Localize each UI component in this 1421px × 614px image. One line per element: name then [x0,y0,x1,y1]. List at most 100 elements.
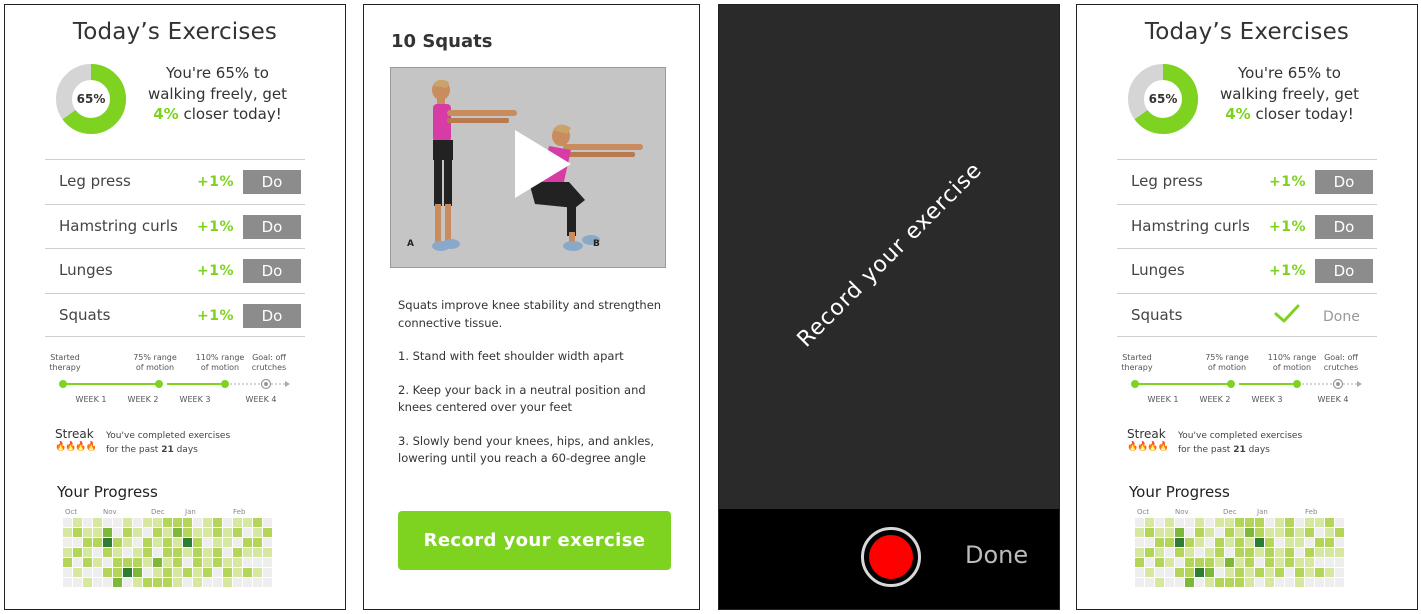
heatmap-cell [153,528,162,537]
heatmap-cell [203,518,212,527]
heatmap-cell [103,548,112,557]
exercise-row-lunges: Lunges +1% Do [45,248,305,293]
heatmap-cell [1195,538,1204,547]
heatmap-cell [1325,518,1334,527]
week-label: WEEK 2 [127,395,159,404]
heatmap-cell [253,528,262,537]
heatmap-cell [1325,528,1334,537]
heatmap-cell [223,578,232,587]
do-button-leg-press[interactable]: Do [243,170,301,194]
heatmap-cell [1255,518,1264,527]
done-button[interactable]: Done [965,541,1028,569]
exercise-row-squats: Squats +1% Do [45,292,305,337]
heatmap-cell [1285,548,1294,557]
exercise-row-leg-press: Leg press +1% Do [1117,159,1377,204]
exercise-name: Lunges [59,261,113,279]
heatmap-cell [263,528,272,537]
heatmap-cell [1245,568,1254,577]
exercise-row-hamstring-curls: Hamstring curls +1% Do [1117,203,1377,249]
streak-text-pre: You've completed exercises [106,431,231,441]
heatmap-cell [193,538,202,547]
heatmap-cell [1255,558,1264,567]
heatmap-cell [183,518,192,527]
progress-summary: You're 65% to walking freely, get 4% clo… [1212,63,1367,125]
heatmap-cell [1185,548,1194,557]
heatmap-cell [1265,558,1274,567]
heatmap-cell [1195,528,1204,537]
do-button-hamstring-curls[interactable]: Do [1315,214,1373,239]
heatmap-cell [1265,578,1274,587]
milestone-label: 75% range of motion [1205,353,1249,372]
heatmap-cell [1295,528,1304,537]
week-label: WEEK 4 [1317,395,1349,404]
exercise-detail-screen: 10 Squats A B Squats improve knee stabil… [363,4,700,610]
heatmap-cell [163,558,172,567]
heatmap-cell [223,538,232,547]
do-button-squats[interactable]: Do [243,303,301,328]
exercise-gain: +1% [1269,263,1306,279]
record-button[interactable] [861,527,921,587]
heatmap-cell [113,538,122,547]
heatmap-cell [1295,538,1304,547]
heatmap-cell [203,568,212,577]
heatmap-cell [103,538,112,547]
heatmap-cell [1195,578,1204,587]
streak-label: Streak [55,427,94,441]
streak-days: 21 [1233,445,1246,455]
instruction-step: 3. Slowly bend your knees, hips, and ank… [398,433,655,466]
heatmap-cell [73,518,82,527]
heatmap-cell [1285,518,1294,527]
heatmap-cell [163,578,172,587]
heatmap-cell [1195,518,1204,527]
heatmap-cell [63,538,72,547]
week-label: WEEK 3 [179,395,211,404]
page-title: Today’s Exercises [1144,19,1350,45]
heatmap-cell [1325,538,1334,547]
heatmap-cell [1225,518,1234,527]
heatmap-cell [1215,578,1224,587]
heatmap-cell [1175,528,1184,537]
heatmap-cell [1265,548,1274,557]
heatmap-cell [243,558,252,567]
heatmap-cell [1185,568,1194,577]
heatmap-cell [1235,558,1244,567]
month-label: Jan [1257,508,1268,516]
heatmap-cell [203,558,212,567]
heatmap-cell [1255,528,1264,537]
heatmap-cell [213,548,222,557]
exercise-gain: +1% [197,174,234,190]
heatmap-cell [1165,558,1174,567]
heatmap-cell [1185,538,1194,547]
heatmap-cell [1225,578,1234,587]
play-icon[interactable] [515,130,571,198]
heatmap-cell [173,548,182,557]
exercise-video[interactable]: A B [390,67,666,268]
heatmap-cell [143,548,152,557]
exercise-name: Hamstring curls [59,216,178,235]
heatmap-cell [163,548,172,557]
flame-icon: 🔥🔥🔥🔥 [55,442,97,452]
streak-text: You've completed exercises for the past … [106,429,246,457]
streak-label: Streak [1127,427,1166,441]
instruction-step: 2. Keep your back in a neutral position … [398,382,646,415]
heatmap-cell [1195,558,1204,567]
heatmap-cell [1235,518,1244,527]
milestone-label: Started therapy [1121,353,1153,372]
heatmap-cell [1335,528,1344,537]
timeline-track [1131,378,1362,390]
do-button-hamstring-curls[interactable]: Do [243,214,301,239]
heatmap-cell [1335,518,1344,527]
heatmap-cell [253,578,262,587]
heatmap-cell [243,578,252,587]
record-exercise-button[interactable]: Record your exercise [398,511,671,570]
heatmap-cell [1175,558,1184,567]
heatmap-cell [1205,548,1214,557]
heatmap-cell [173,568,182,577]
heatmap-cell [1275,518,1284,527]
heatmap-cell [143,538,152,547]
do-button-leg-press[interactable]: Do [1315,170,1373,194]
do-button-lunges[interactable]: Do [243,259,301,283]
video-label-b: B [593,239,600,249]
do-button-lunges[interactable]: Do [1315,259,1373,283]
heatmap-cell [1235,528,1244,537]
